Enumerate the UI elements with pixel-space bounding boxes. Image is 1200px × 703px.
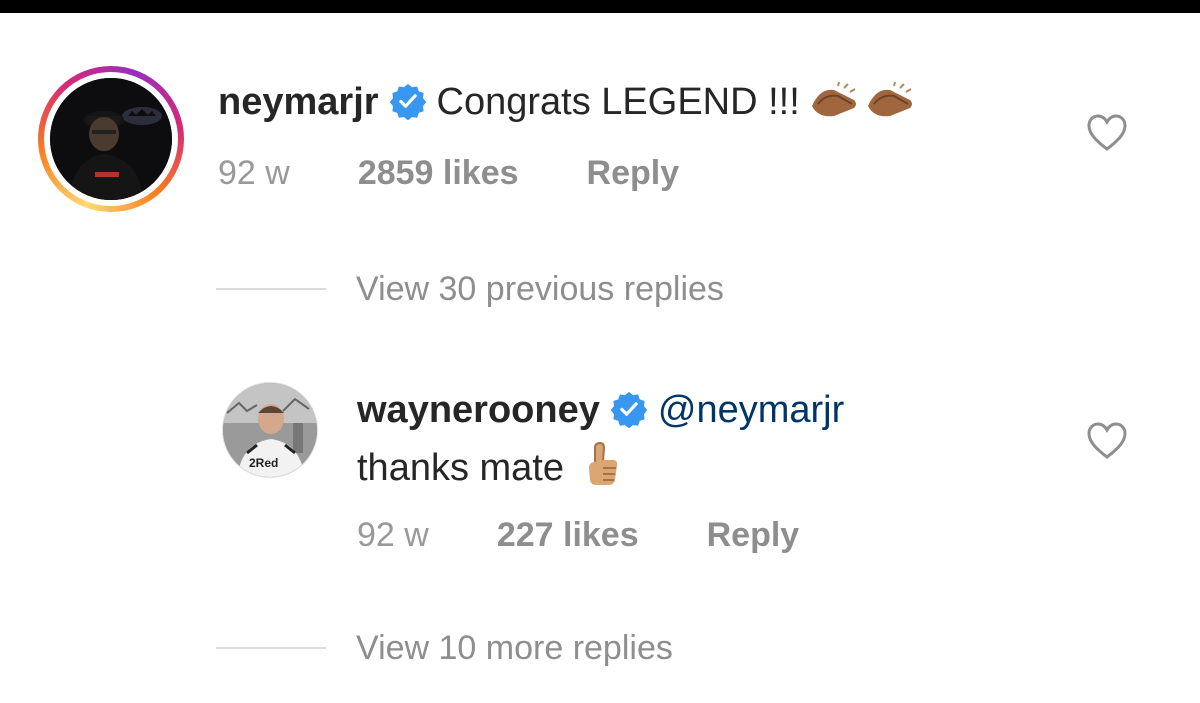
username[interactable]: neymarjr (218, 81, 379, 123)
reply-time: 92 w (357, 516, 429, 554)
status-bar-edge (0, 0, 1200, 13)
mention-link[interactable]: @neymarjr (658, 389, 844, 431)
reply-text: thanks mate (357, 447, 564, 489)
avatar-neymarjr[interactable] (50, 78, 172, 200)
view-more-replies-label[interactable]: View 10 more replies (356, 629, 673, 667)
reply-button[interactable]: Reply (707, 516, 800, 554)
reply-username[interactable]: waynerooney (357, 389, 600, 431)
story-ring[interactable] (38, 66, 184, 212)
divider-line (216, 647, 326, 649)
comment-body: neymarjr Congrats LEGEND !!! (218, 80, 916, 130)
view-previous-replies[interactable]: View 30 previous replies (216, 269, 724, 309)
view-more-replies[interactable]: View 10 more replies (216, 628, 673, 668)
thumbs-up-icon (585, 441, 619, 496)
like-heart-icon[interactable] (1085, 420, 1129, 460)
like-heart-icon[interactable] (1085, 112, 1129, 152)
reply-comment-header: waynerooney @neymarjr (357, 388, 844, 432)
likes-count[interactable]: 2859 likes (358, 154, 519, 192)
verified-badge-icon (610, 391, 648, 428)
reply-likes-count[interactable]: 227 likes (497, 516, 639, 554)
reply-button[interactable]: Reply (587, 154, 680, 192)
avatar-waynerooney[interactable]: 2Red (222, 382, 318, 478)
verified-badge-icon (389, 83, 426, 120)
jersey-logo: 2Red (249, 456, 278, 470)
comment-time: 92 w (218, 154, 290, 192)
clapping-hands-icon (810, 81, 916, 130)
avatar-ring-gap (44, 72, 178, 206)
reply-comment-body: thanks mate (357, 441, 619, 496)
reply-comment-meta: 92 w 227 likes Reply (357, 515, 799, 555)
divider-line (216, 288, 326, 290)
comment-meta: 92 w 2859 likes Reply (218, 153, 679, 193)
comment-text: Congrats LEGEND !!! (436, 81, 800, 123)
view-previous-replies-label[interactable]: View 30 previous replies (356, 270, 724, 308)
